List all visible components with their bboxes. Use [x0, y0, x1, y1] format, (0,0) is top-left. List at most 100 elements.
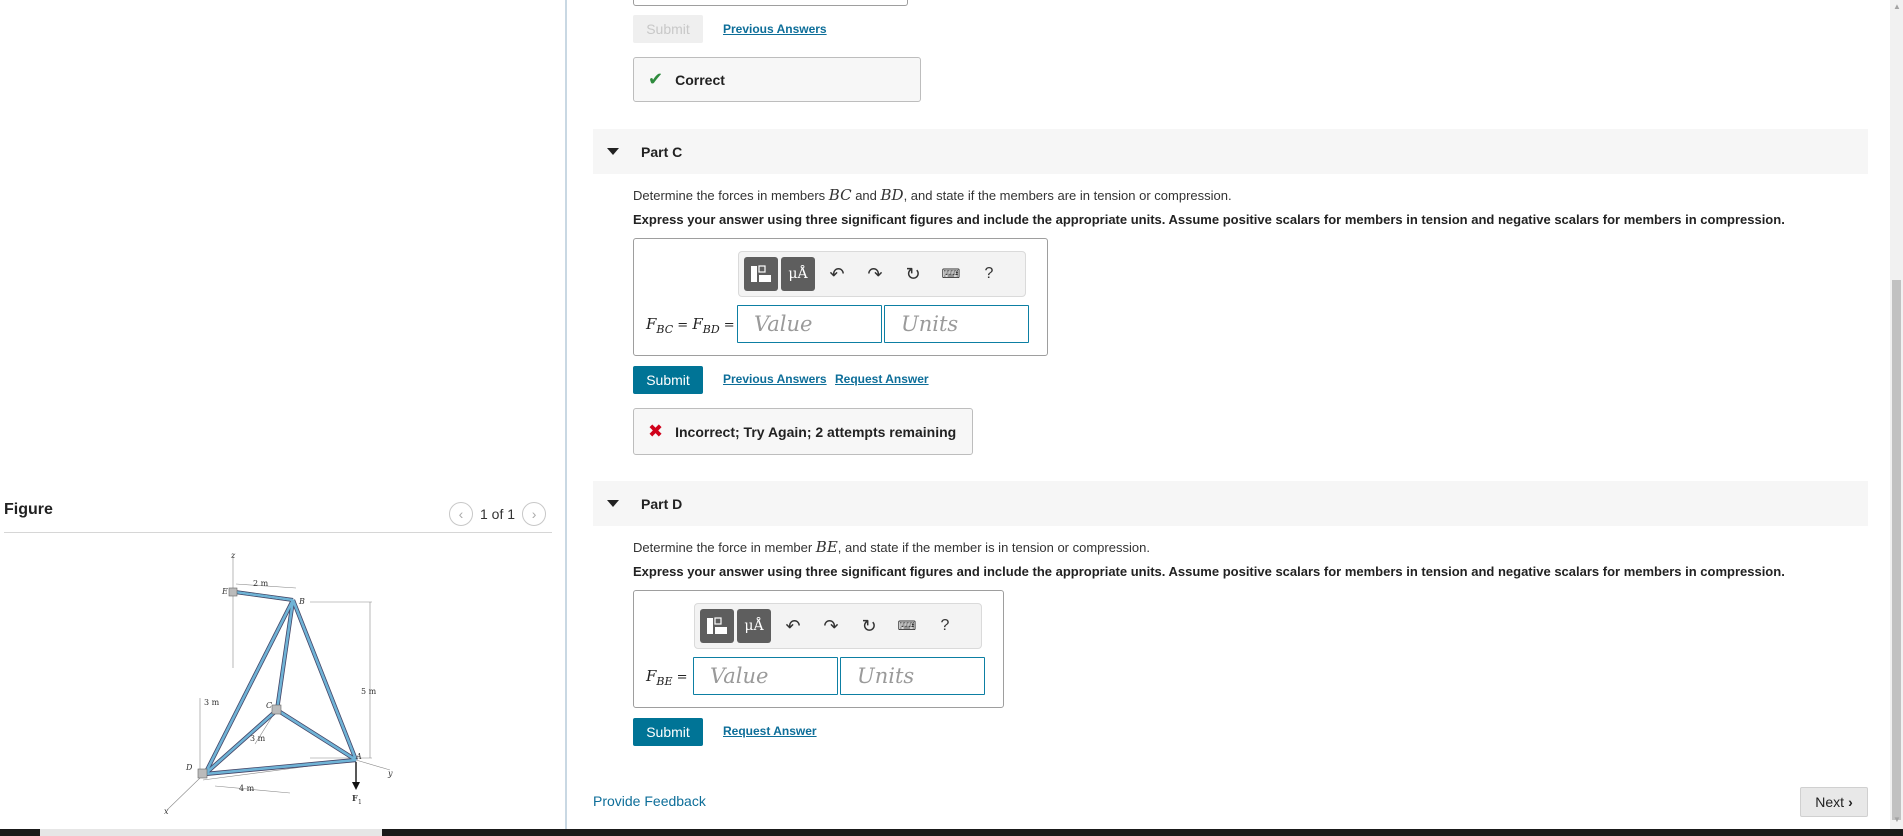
- fbe-label: FBE =: [646, 667, 688, 688]
- label-y: y: [387, 769, 393, 778]
- figure-divider: [4, 532, 552, 533]
- question-text: and: [851, 188, 881, 203]
- units-button[interactable]: μÅ: [781, 257, 815, 291]
- undo-icon[interactable]: ↶: [774, 609, 812, 643]
- questions-pane: Submit Previous Answers ✔ Correct Part C…: [567, 0, 1890, 829]
- force-subscript: BE: [656, 675, 673, 688]
- member-fill-cd: [204, 709, 278, 775]
- submit-button-part-d[interactable]: Submit: [633, 718, 703, 746]
- redo-icon[interactable]: ↷: [812, 609, 850, 643]
- feedback-text: Incorrect; Try Again; 2 attempts remaini…: [675, 423, 957, 440]
- load-f1-arrowhead: [352, 782, 360, 790]
- provide-feedback-link[interactable]: Provide Feedback: [593, 793, 706, 809]
- label-d: D: [185, 763, 193, 772]
- check-icon: ✔: [648, 69, 664, 89]
- member-fill-ba: [291, 599, 358, 761]
- submit-button-part-b[interactable]: Submit: [633, 15, 703, 43]
- question-text: Determine the forces in members: [633, 188, 829, 203]
- force-subscript: BD: [702, 323, 720, 336]
- part-d-question: Determine the force in member BE, and st…: [633, 538, 1150, 556]
- undo-icon[interactable]: ↶: [818, 257, 856, 291]
- next-button[interactable]: Next ›: [1800, 787, 1868, 817]
- member-fill-da: [204, 758, 357, 776]
- scroll-up-arrow-icon[interactable]: ▲: [1893, 2, 1901, 11]
- figure-pager: ‹ 1 of 1 ›: [449, 502, 547, 526]
- vertical-scrollbar[interactable]: ▲ ▼: [1890, 0, 1903, 829]
- caret-down-icon: [607, 148, 619, 155]
- part-d-header[interactable]: Part D: [593, 481, 1868, 526]
- help-button[interactable]: ?: [926, 609, 964, 643]
- equals-sign: =: [673, 318, 693, 333]
- next-figure-button[interactable]: ›: [522, 502, 547, 526]
- label-dim-4m: 4 m: [239, 784, 255, 793]
- label-x: x: [164, 807, 169, 816]
- part-d-title: Part D: [641, 495, 683, 512]
- scroll-down-arrow-icon[interactable]: ▼: [1893, 815, 1901, 824]
- y-axis-line: [355, 759, 391, 771]
- part-c-title: Part C: [641, 143, 683, 160]
- support-e: [228, 587, 238, 597]
- truss-figure: z E B C D A x y 2 m 3 m 3 m 5 m 4 m F 1: [164, 551, 393, 816]
- previous-answers-link-part-b[interactable]: Previous Answers: [723, 22, 827, 36]
- request-answer-link-part-c[interactable]: Request Answer: [835, 372, 929, 386]
- prev-figure-button[interactable]: ‹: [449, 502, 473, 526]
- member-var: BD: [880, 186, 904, 204]
- member-var: BE: [815, 538, 838, 556]
- units-button[interactable]: μÅ: [737, 609, 771, 643]
- member-fill-eb: [234, 590, 294, 602]
- label-b: B: [298, 597, 305, 606]
- chevron-right-icon: ›: [1848, 794, 1853, 810]
- reset-icon[interactable]: ↻: [894, 257, 932, 291]
- part-c-header[interactable]: Part C: [593, 129, 1868, 174]
- active-window-indicator: [40, 829, 382, 836]
- question-text: , and state if the members are in tensio…: [903, 188, 1232, 203]
- label-dim-3m-mid: 3 m: [250, 734, 266, 743]
- support-c: [271, 704, 282, 715]
- part-c-value-input[interactable]: [737, 305, 882, 343]
- equals-sign: =: [719, 318, 735, 333]
- previous-answers-link-part-c[interactable]: Previous Answers: [723, 372, 827, 386]
- question-text: , and state if the member is in tension …: [837, 540, 1150, 555]
- x-icon: ✖: [648, 421, 664, 441]
- templates-icon[interactable]: [700, 609, 734, 643]
- keyboard-icon[interactable]: ⌨: [932, 257, 970, 291]
- force-symbol: F: [646, 315, 657, 333]
- force-subscript: BC: [656, 323, 674, 336]
- truss-member-fill: [203, 590, 358, 776]
- next-label: Next: [1815, 794, 1845, 810]
- part-d-instructions: Express your answer using three signific…: [633, 564, 1785, 579]
- keyboard-icon[interactable]: ⌨: [888, 609, 926, 643]
- redo-icon[interactable]: ↷: [856, 257, 894, 291]
- label-a: A: [355, 752, 362, 761]
- figure-pager-text: 1 of 1: [480, 506, 516, 522]
- help-button[interactable]: ?: [970, 257, 1008, 291]
- figure-title: Figure: [4, 501, 53, 518]
- scrollbar-thumb[interactable]: [1892, 280, 1901, 820]
- question-text: Determine the force in member: [633, 540, 816, 555]
- label-dim-3m-left: 3 m: [204, 698, 220, 707]
- part-c-units-input[interactable]: [884, 305, 1029, 343]
- part-c-answer-box: μÅ ↶ ↷ ↻ ⌨ ? FBC = FBD =: [633, 238, 1048, 356]
- chevron-left-icon: ‹: [458, 506, 464, 522]
- math-toolbar: μÅ ↶ ↷ ↻ ⌨ ?: [738, 251, 1026, 297]
- chevron-right-icon: ›: [531, 506, 537, 522]
- page-root: Figure ‹ 1 of 1 › z E B C D A x y 2 m 3 …: [0, 0, 1903, 836]
- part-c-question: Determine the forces in members BC and B…: [633, 186, 1232, 204]
- correct-feedback: ✔ Correct: [633, 57, 921, 102]
- part-d-value-input[interactable]: [693, 657, 838, 695]
- part-d-units-input[interactable]: [840, 657, 985, 695]
- fbc-fbd-label: FBC = FBD =: [646, 315, 735, 336]
- templates-icon[interactable]: [744, 257, 778, 291]
- label-dim-5m: 5 m: [361, 687, 377, 696]
- reset-icon[interactable]: ↻: [850, 609, 888, 643]
- part-c-instructions: Express your answer using three signific…: [633, 212, 1785, 227]
- label-z: z: [230, 551, 236, 560]
- taskbar-strip: [0, 829, 1903, 836]
- previous-answer-box-fragment: [633, 0, 908, 6]
- request-answer-link-part-d[interactable]: Request Answer: [723, 724, 817, 738]
- submit-button-part-c[interactable]: Submit: [633, 366, 703, 394]
- equals-sign: =: [672, 670, 688, 685]
- feedback-text: Correct: [675, 71, 725, 88]
- label-f1-sub: 1: [358, 799, 362, 806]
- support-d: [197, 768, 208, 779]
